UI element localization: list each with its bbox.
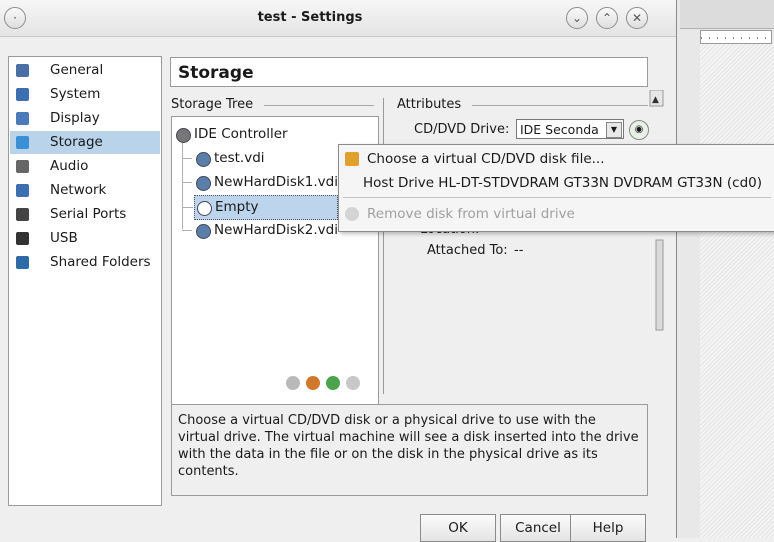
tree-guide-branch bbox=[182, 182, 192, 183]
menu-item-label: Choose a virtual CD/DVD disk file... bbox=[367, 151, 605, 167]
menu-item-label: Remove disk from virtual drive bbox=[367, 206, 575, 222]
general-icon bbox=[16, 64, 29, 77]
sidebar-item-label: USB bbox=[50, 230, 78, 246]
background-pattern bbox=[700, 40, 774, 538]
remove-controller-icon[interactable] bbox=[346, 376, 360, 390]
sidebar-item-usb[interactable]: USB bbox=[10, 227, 160, 250]
sidebar-item-system[interactable]: System bbox=[10, 83, 160, 106]
background-ruler bbox=[700, 30, 772, 44]
sidebar-item-label: System bbox=[50, 86, 101, 102]
menu-item-host-drive[interactable]: Host Drive HL-DT-STDVDRAM GT33N DVDRAM G… bbox=[339, 171, 774, 195]
minimize-button[interactable]: ⌄ bbox=[566, 7, 588, 29]
menu-separator bbox=[343, 197, 771, 198]
cd-dvd-popup-menu: Choose a virtual CD/DVD disk file... Host… bbox=[338, 144, 774, 232]
sidebar-item-general[interactable]: General bbox=[10, 59, 160, 82]
audio-icon bbox=[16, 160, 29, 173]
hard-disk-icon bbox=[196, 152, 211, 167]
hard-disk-icon bbox=[196, 224, 211, 239]
tree-item-label: Empty bbox=[215, 199, 259, 215]
remove-disk-icon bbox=[345, 207, 359, 221]
cd-dvd-icon bbox=[197, 201, 212, 216]
display-icon bbox=[16, 112, 29, 125]
tree-item-label: NewHardDisk1.vdi bbox=[214, 174, 338, 190]
tree-item-label: IDE Controller bbox=[194, 126, 288, 142]
sidebar-item-serial-ports[interactable]: Serial Ports bbox=[10, 203, 160, 226]
background-toolbar bbox=[680, 0, 774, 29]
storage-tree-label: Storage Tree bbox=[171, 97, 254, 112]
page-title: Storage bbox=[170, 57, 648, 87]
sidebar-item-label: Network bbox=[50, 182, 107, 198]
panel-separator bbox=[383, 98, 384, 394]
attached-to-label: Attached To: bbox=[427, 243, 508, 258]
storage-tree-divider bbox=[264, 105, 374, 106]
close-button[interactable]: ✕ bbox=[626, 7, 648, 29]
attributes-divider bbox=[472, 105, 648, 106]
maximize-button[interactable]: ⌃ bbox=[596, 7, 618, 29]
system-icon bbox=[16, 88, 29, 101]
attached-to-value: -- bbox=[514, 243, 524, 258]
tree-controller[interactable]: IDE Controller bbox=[174, 123, 349, 146]
hard-disk-icon bbox=[196, 176, 211, 191]
chevron-down-icon[interactable]: ▼ bbox=[606, 122, 622, 138]
sidebar-item-network[interactable]: Network bbox=[10, 179, 160, 202]
tree-guide-branch bbox=[182, 230, 192, 231]
network-icon bbox=[16, 184, 29, 197]
sidebar-item-label: Shared Folders bbox=[50, 254, 151, 270]
tree-guide-branch bbox=[183, 207, 193, 208]
tree-guide-branch bbox=[182, 158, 192, 159]
ide-controller-icon bbox=[176, 128, 191, 143]
menu-item-remove-disk: Remove disk from virtual drive bbox=[339, 202, 774, 226]
usb-icon bbox=[16, 232, 29, 245]
storage-icon bbox=[16, 136, 29, 149]
shared-folders-icon bbox=[16, 256, 29, 269]
sidebar-item-label: Serial Ports bbox=[50, 206, 127, 222]
sidebar-item-label: Display bbox=[50, 110, 100, 126]
tree-item[interactable]: Empty bbox=[183, 195, 338, 220]
serial-ports-icon bbox=[16, 208, 29, 221]
cd-drive-select[interactable]: IDE Seconda ▼ bbox=[516, 119, 624, 139]
sidebar-item-audio[interactable]: Audio bbox=[10, 155, 160, 178]
remove-attachment-icon[interactable] bbox=[286, 376, 300, 390]
sidebar-item-label: Audio bbox=[50, 158, 89, 174]
window-title: test - Settings bbox=[257, 10, 363, 25]
svg-text:▲: ▲ bbox=[652, 95, 659, 105]
description-text: Choose a virtual CD/DVD disk or a physic… bbox=[171, 404, 648, 496]
sidebar-item-shared-folders[interactable]: Shared Folders bbox=[10, 251, 160, 274]
sidebar-item-label: Storage bbox=[50, 134, 103, 150]
menu-item-label: Host Drive HL-DT-STDVDRAM GT33N DVDRAM G… bbox=[363, 175, 763, 191]
add-controller-icon[interactable] bbox=[326, 376, 340, 390]
tree-guide-line bbox=[182, 137, 183, 229]
window-menu-button[interactable]: · bbox=[4, 7, 26, 29]
menu-item-choose-disk-file[interactable]: Choose a virtual CD/DVD disk file... bbox=[339, 147, 774, 171]
sidebar-item-label: General bbox=[50, 62, 104, 78]
sidebar-item-display[interactable]: Display bbox=[10, 107, 160, 130]
tree-item-label: NewHardDisk2.vdi bbox=[214, 222, 338, 238]
attributes-label: Attributes bbox=[397, 97, 462, 112]
open-file-icon bbox=[345, 152, 359, 166]
cd-drive-value: IDE Seconda bbox=[520, 122, 599, 137]
cd-drive-label: CD/DVD Drive: bbox=[414, 122, 510, 137]
category-list: General System Display Storage Audio Network S… bbox=[8, 56, 162, 506]
sidebar-item-storage[interactable]: Storage bbox=[10, 131, 160, 154]
tree-item-label: test.vdi bbox=[214, 150, 265, 166]
add-hard-disk-icon[interactable] bbox=[306, 376, 320, 390]
storage-tree-toolbar bbox=[286, 374, 376, 394]
